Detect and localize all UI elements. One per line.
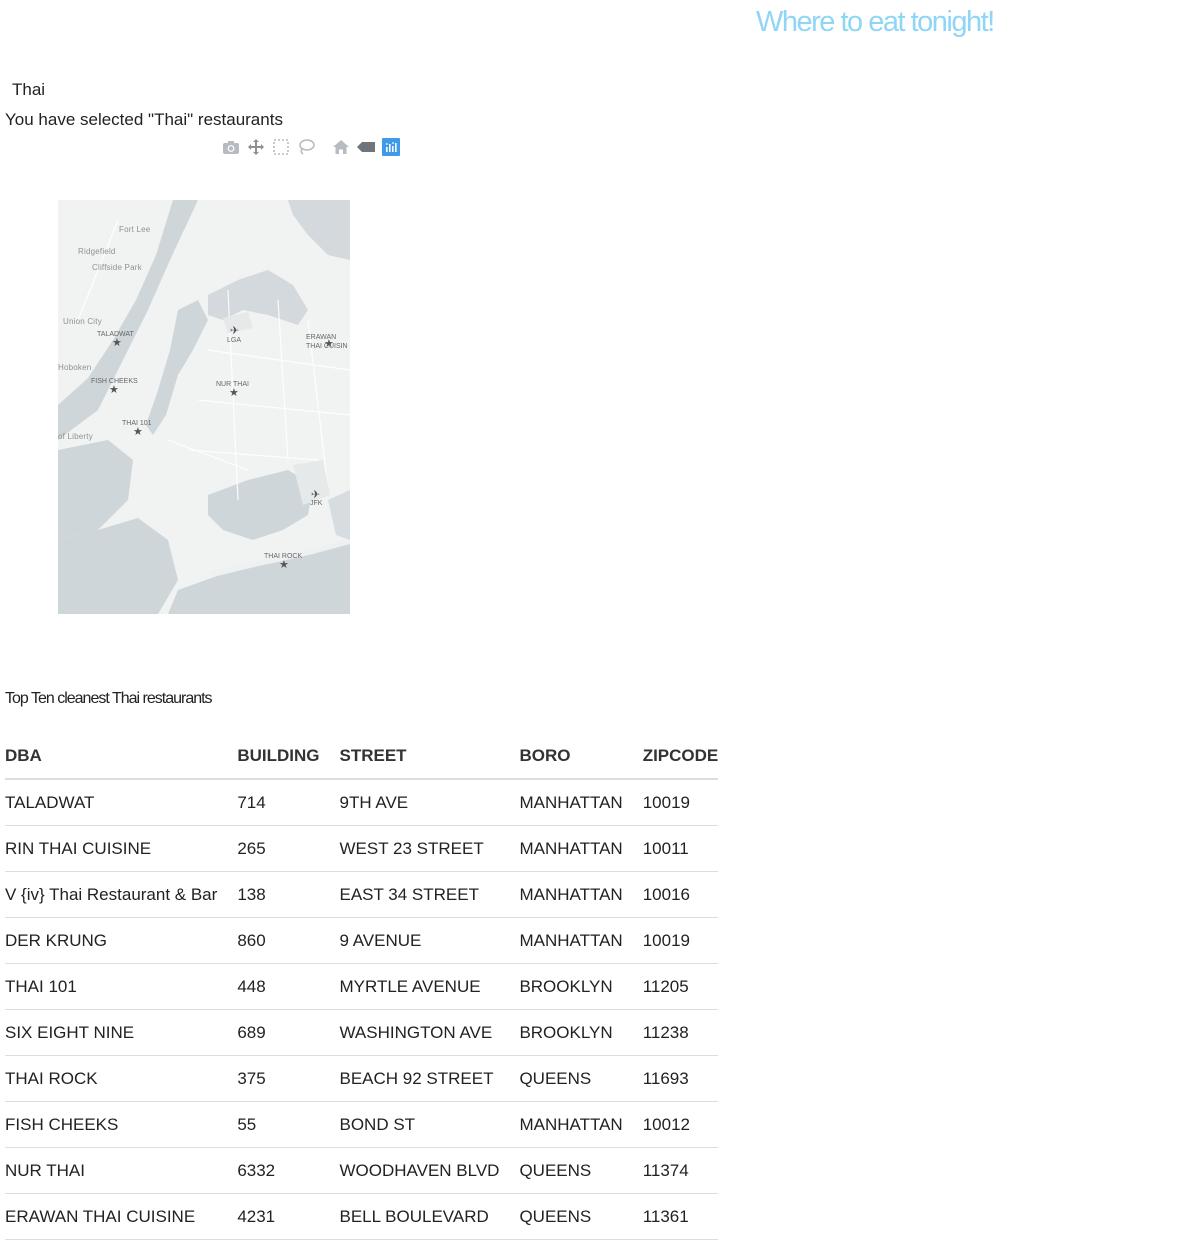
cell-street: BEACH 92 STREET: [339, 1055, 520, 1102]
cell-boro: MANHATTAN: [519, 871, 643, 918]
restaurant-map[interactable]: Fort Lee Ridgefield Cliffside Park Union…: [58, 200, 350, 614]
restaurant-star-icon[interactable]: ★: [279, 560, 289, 571]
plotly-logo-icon[interactable]: [380, 136, 402, 158]
map-modebar: [220, 136, 405, 158]
cell-dba: THAI ROCK: [5, 1055, 238, 1102]
cell-dba: DER KRUNG: [5, 917, 238, 964]
cell-zipcode: 10012: [642, 1101, 719, 1148]
cell-building: 55: [237, 1101, 340, 1148]
cell-dba: ERAWAN THAI CUISINE: [5, 1193, 238, 1240]
map-place-label: of Liberty: [58, 432, 93, 441]
table-row: TALADWAT 714 9TH AVE MANHATTAN 10019: [5, 779, 719, 826]
column-header-street: STREET: [339, 733, 520, 780]
cell-street: MYRTLE AVENUE: [339, 963, 520, 1010]
camera-icon[interactable]: [220, 136, 242, 158]
table-row: THAI ROCK 375 BEACH 92 STREET QUEENS 116…: [5, 1055, 719, 1102]
cell-boro: MANHATTAN: [519, 1101, 643, 1148]
cell-building: 4231: [237, 1193, 340, 1240]
cell-dba: NUR THAI: [5, 1147, 238, 1194]
cell-zipcode: 11361: [642, 1193, 719, 1240]
restaurant-star-icon[interactable]: ★: [133, 427, 143, 438]
cell-building: 265: [237, 825, 340, 872]
cell-boro: QUEENS: [519, 1055, 643, 1102]
cell-zipcode: 11693: [642, 1055, 719, 1102]
cell-street: BELL BOULEVARD: [339, 1193, 520, 1240]
column-header-boro: BORO: [519, 733, 643, 780]
table-row: NUR THAI 6332 WOODHAVEN BLVD QUEENS 1137…: [5, 1147, 719, 1194]
cell-building: 6332: [237, 1147, 340, 1194]
cell-street: 9 AVENUE: [339, 917, 520, 964]
cell-boro: BROOKLYN: [519, 963, 643, 1010]
cell-dba: THAI 101: [5, 963, 238, 1010]
column-header-building: BUILDING: [237, 733, 340, 780]
cell-zipcode: 10011: [642, 825, 719, 872]
map-airport-label: LGA: [227, 337, 242, 344]
cell-street: WASHINGTON AVE: [339, 1009, 520, 1056]
map-airport-label: JFK: [310, 500, 323, 507]
cell-dba: SIX EIGHT NINE: [5, 1009, 238, 1056]
lasso-select-icon[interactable]: [295, 136, 317, 158]
table-row: RIN THAI CUISINE 265 WEST 23 STREET MANH…: [5, 825, 719, 872]
box-select-icon[interactable]: [270, 136, 292, 158]
cell-zipcode: 11205: [642, 963, 719, 1010]
table-row: FISH CHEEKS 55 BOND ST MANHATTAN 10012: [5, 1101, 719, 1148]
map-place-label: Cliffside Park: [92, 263, 142, 272]
cell-zipcode: 10019: [642, 917, 719, 964]
table-row: DER KRUNG 860 9 AVENUE MANHATTAN 10019: [5, 917, 719, 964]
cell-building: 689: [237, 1009, 340, 1056]
page-title: Where to eat tonight!: [756, 6, 995, 38]
cell-boro: QUEENS: [519, 1147, 643, 1194]
restaurants-table: DBA BUILDING STREET BORO ZIPCODE TALADWA…: [5, 733, 719, 1240]
table-row: V {iv} Thai Restaurant & Bar 138 EAST 34…: [5, 871, 719, 918]
map-place-label: Ridgefield: [78, 247, 116, 256]
restaurant-star-icon[interactable]: ★: [229, 388, 239, 399]
cell-dba: FISH CHEEKS: [5, 1101, 238, 1148]
cell-street: BOND ST: [339, 1101, 520, 1148]
cell-dba: V {iv} Thai Restaurant & Bar: [5, 871, 238, 918]
restaurant-star-icon[interactable]: ★: [109, 385, 119, 396]
cell-building: 714: [237, 779, 340, 826]
cell-building: 860: [237, 917, 340, 964]
column-header-dba: DBA: [5, 733, 238, 780]
cell-boro: BROOKLYN: [519, 1009, 643, 1056]
cell-dba: TALADWAT: [5, 779, 238, 826]
map-place-label: Hoboken: [58, 363, 92, 372]
table-row: SIX EIGHT NINE 689 WASHINGTON AVE BROOKL…: [5, 1009, 719, 1056]
cell-street: EAST 34 STREET: [339, 871, 520, 918]
tag-icon[interactable]: [355, 136, 377, 158]
cell-zipcode: 11238: [642, 1009, 719, 1056]
cell-boro: MANHATTAN: [519, 779, 643, 826]
cell-zipcode: 10019: [642, 779, 719, 826]
selection-message: You have selected "Thai" restaurants: [5, 110, 283, 129]
cell-street: WEST 23 STREET: [339, 825, 520, 872]
table-row: THAI 101 448 MYRTLE AVENUE BROOKLYN 1120…: [5, 963, 719, 1010]
map-place-label: Fort Lee: [119, 225, 151, 234]
cell-dba: RIN THAI CUISINE: [5, 825, 238, 872]
table-header-row: DBA BUILDING STREET BORO ZIPCODE: [5, 733, 719, 780]
cell-building: 448: [237, 963, 340, 1010]
cell-boro: MANHATTAN: [519, 917, 643, 964]
cell-zipcode: 11374: [642, 1147, 719, 1194]
table-row: ERAWAN THAI CUISINE 4231 BELL BOULEVARD …: [5, 1193, 719, 1240]
cell-boro: MANHATTAN: [519, 825, 643, 872]
map-place-label: Union City: [63, 317, 102, 326]
cell-building: 375: [237, 1055, 340, 1102]
cell-street: 9TH AVE: [339, 779, 520, 826]
table-caption: Top Ten cleanest Thai restaurants: [5, 690, 213, 707]
home-icon[interactable]: [330, 136, 352, 158]
column-header-zipcode: ZIPCODE: [642, 733, 719, 780]
cell-boro: QUEENS: [519, 1193, 643, 1240]
cuisine-selected-value[interactable]: Thai: [12, 80, 45, 100]
pan-icon[interactable]: [245, 136, 267, 158]
airport-icon: ✈: [230, 325, 240, 337]
cell-street: WOODHAVEN BLVD: [339, 1147, 520, 1194]
cell-building: 138: [237, 871, 340, 918]
restaurant-star-icon[interactable]: ★: [112, 338, 122, 349]
cell-zipcode: 10016: [642, 871, 719, 918]
restaurant-star-icon[interactable]: ★: [324, 339, 334, 350]
